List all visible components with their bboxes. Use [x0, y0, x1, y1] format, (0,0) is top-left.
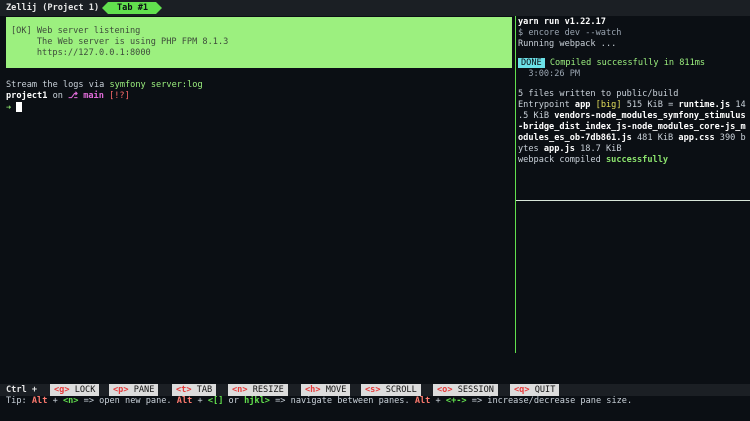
key-quit[interactable]: <q> QUIT [510, 384, 560, 396]
terminal-cursor [16, 102, 23, 112]
entrypoint-line-1: Entrypoint app [big] 515 KiB = runtime.j… [518, 100, 746, 110]
pane-divider-horizontal[interactable] [516, 200, 750, 201]
ctrl-label: Ctrl + [6, 385, 38, 395]
webpack-compiled-text: webpack compiled [518, 155, 606, 165]
running-webpack: Running webpack ... [518, 39, 617, 49]
shell-prompt: project1 on ⎇ main [!?] [6, 91, 130, 102]
ok-line-2: The Web server is using PHP FPM 8.1.3 [11, 37, 229, 47]
key-lock[interactable]: <g> LOCK [50, 384, 100, 396]
arrow-icon: ➜ [6, 103, 12, 113]
prompt-directory: project1 [6, 91, 48, 101]
files-written-text: 5 files written to public/build [518, 89, 679, 99]
stream-prefix: Stream the logs via [6, 80, 110, 90]
branch-icon: ⎇ [68, 91, 79, 101]
successfully-text: successfully [605, 155, 669, 165]
pane-divider-vertical[interactable] [515, 16, 516, 353]
key-tab[interactable]: <t> TAB [172, 384, 217, 396]
tab-bar: Zellij (Project 1) Tab #1 [0, 0, 750, 16]
server-status-box: [OK] Web server listening The Web server… [6, 17, 512, 68]
webpack-compiled: webpack compiled successfully [518, 155, 668, 166]
compile-status-line: DONE Compiled successfully in 811ms [518, 58, 705, 69]
key-scroll[interactable]: <s> SCROLL [361, 384, 421, 396]
entrypoint-line-2: .5 KiB vendors-node_modules_symfony_stim… [518, 111, 746, 121]
session-name: Zellij (Project 1) [6, 3, 100, 13]
key-session[interactable]: <o> SESSION [433, 384, 498, 396]
encore-command: $ encore dev --watch [518, 28, 622, 38]
tip-text: Tip: Alt + <n> => open new pane. Alt + <… [6, 396, 633, 406]
prompt-on: on [47, 91, 69, 101]
key-move[interactable]: <h> MOVE [301, 384, 351, 396]
ok-line-1: [OK] Web server listening [11, 26, 141, 36]
key-resize[interactable]: <n> RESIZE [228, 384, 288, 396]
entrypoint-line-5: ytes app.js 18.7 KiB [518, 144, 622, 154]
ok-line-3: https://127.0.0.1:8000 [11, 48, 151, 58]
input-line[interactable]: ➜ [6, 102, 23, 114]
status-keybar: Ctrl + <g> LOCK <p> PANE <t> TAB <n> RES… [0, 384, 750, 396]
compiled-message: Compiled successfully in 811ms [544, 58, 706, 68]
files-written: 5 files written to public/build [518, 89, 678, 100]
stream-logs-line: Stream the logs via symfony server:log [6, 80, 203, 91]
done-badge: DONE [518, 58, 545, 68]
prompt-git-status: [!?] [103, 91, 130, 101]
compile-time: 3:00:26 PM [518, 69, 581, 79]
yarn-version: yarn run v1.22.17 [518, 17, 606, 27]
tab-1[interactable]: Tab #1 [101, 2, 163, 14]
entrypoint-line-4: odules_es_ob-7db861.js 481 KiB app.css 3… [518, 133, 746, 143]
left-terminal-pane[interactable]: [OK] Web server listening The Web server… [0, 16, 515, 353]
prompt-branch: main [78, 91, 104, 101]
key-pane[interactable]: <p> PANE [109, 384, 159, 396]
tip-bar: Tip: Alt + <n> => open new pane. Alt + <… [0, 396, 750, 408]
stream-command: symfony server:log [109, 80, 203, 90]
entrypoint-line-3: -bridge_dist_index_js-node_modules_core-… [518, 122, 746, 132]
